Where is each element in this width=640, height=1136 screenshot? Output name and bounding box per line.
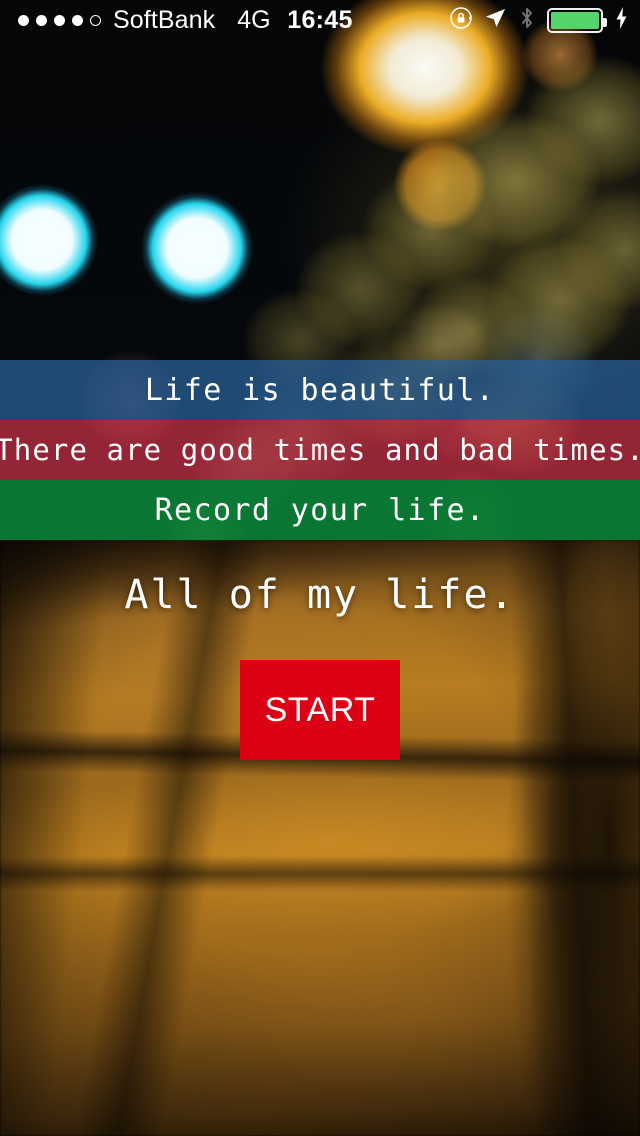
cobblestone-background-image <box>0 540 640 1136</box>
tagline-text: All of my life. <box>124 572 516 618</box>
band-green-text: Record your life. <box>154 492 486 528</box>
message-bands: Life is beautiful. There are good times … <box>0 360 640 540</box>
status-bar: SoftBank 4G 16:45 <box>0 0 640 40</box>
band-green: Record your life. <box>0 480 640 540</box>
band-red-text: There are good times and bad times. <box>0 433 640 467</box>
battery-icon <box>547 7 607 33</box>
band-blue-text: Life is beautiful. <box>144 372 496 408</box>
start-button[interactable]: START <box>240 660 400 760</box>
clock-label: 16:45 <box>287 5 353 34</box>
band-blue: Life is beautiful. <box>0 360 640 420</box>
band-red: There are good times and bad times. <box>0 420 640 480</box>
app-screen: SoftBank 4G 16:45 Life is beautiful. The… <box>0 0 640 1136</box>
